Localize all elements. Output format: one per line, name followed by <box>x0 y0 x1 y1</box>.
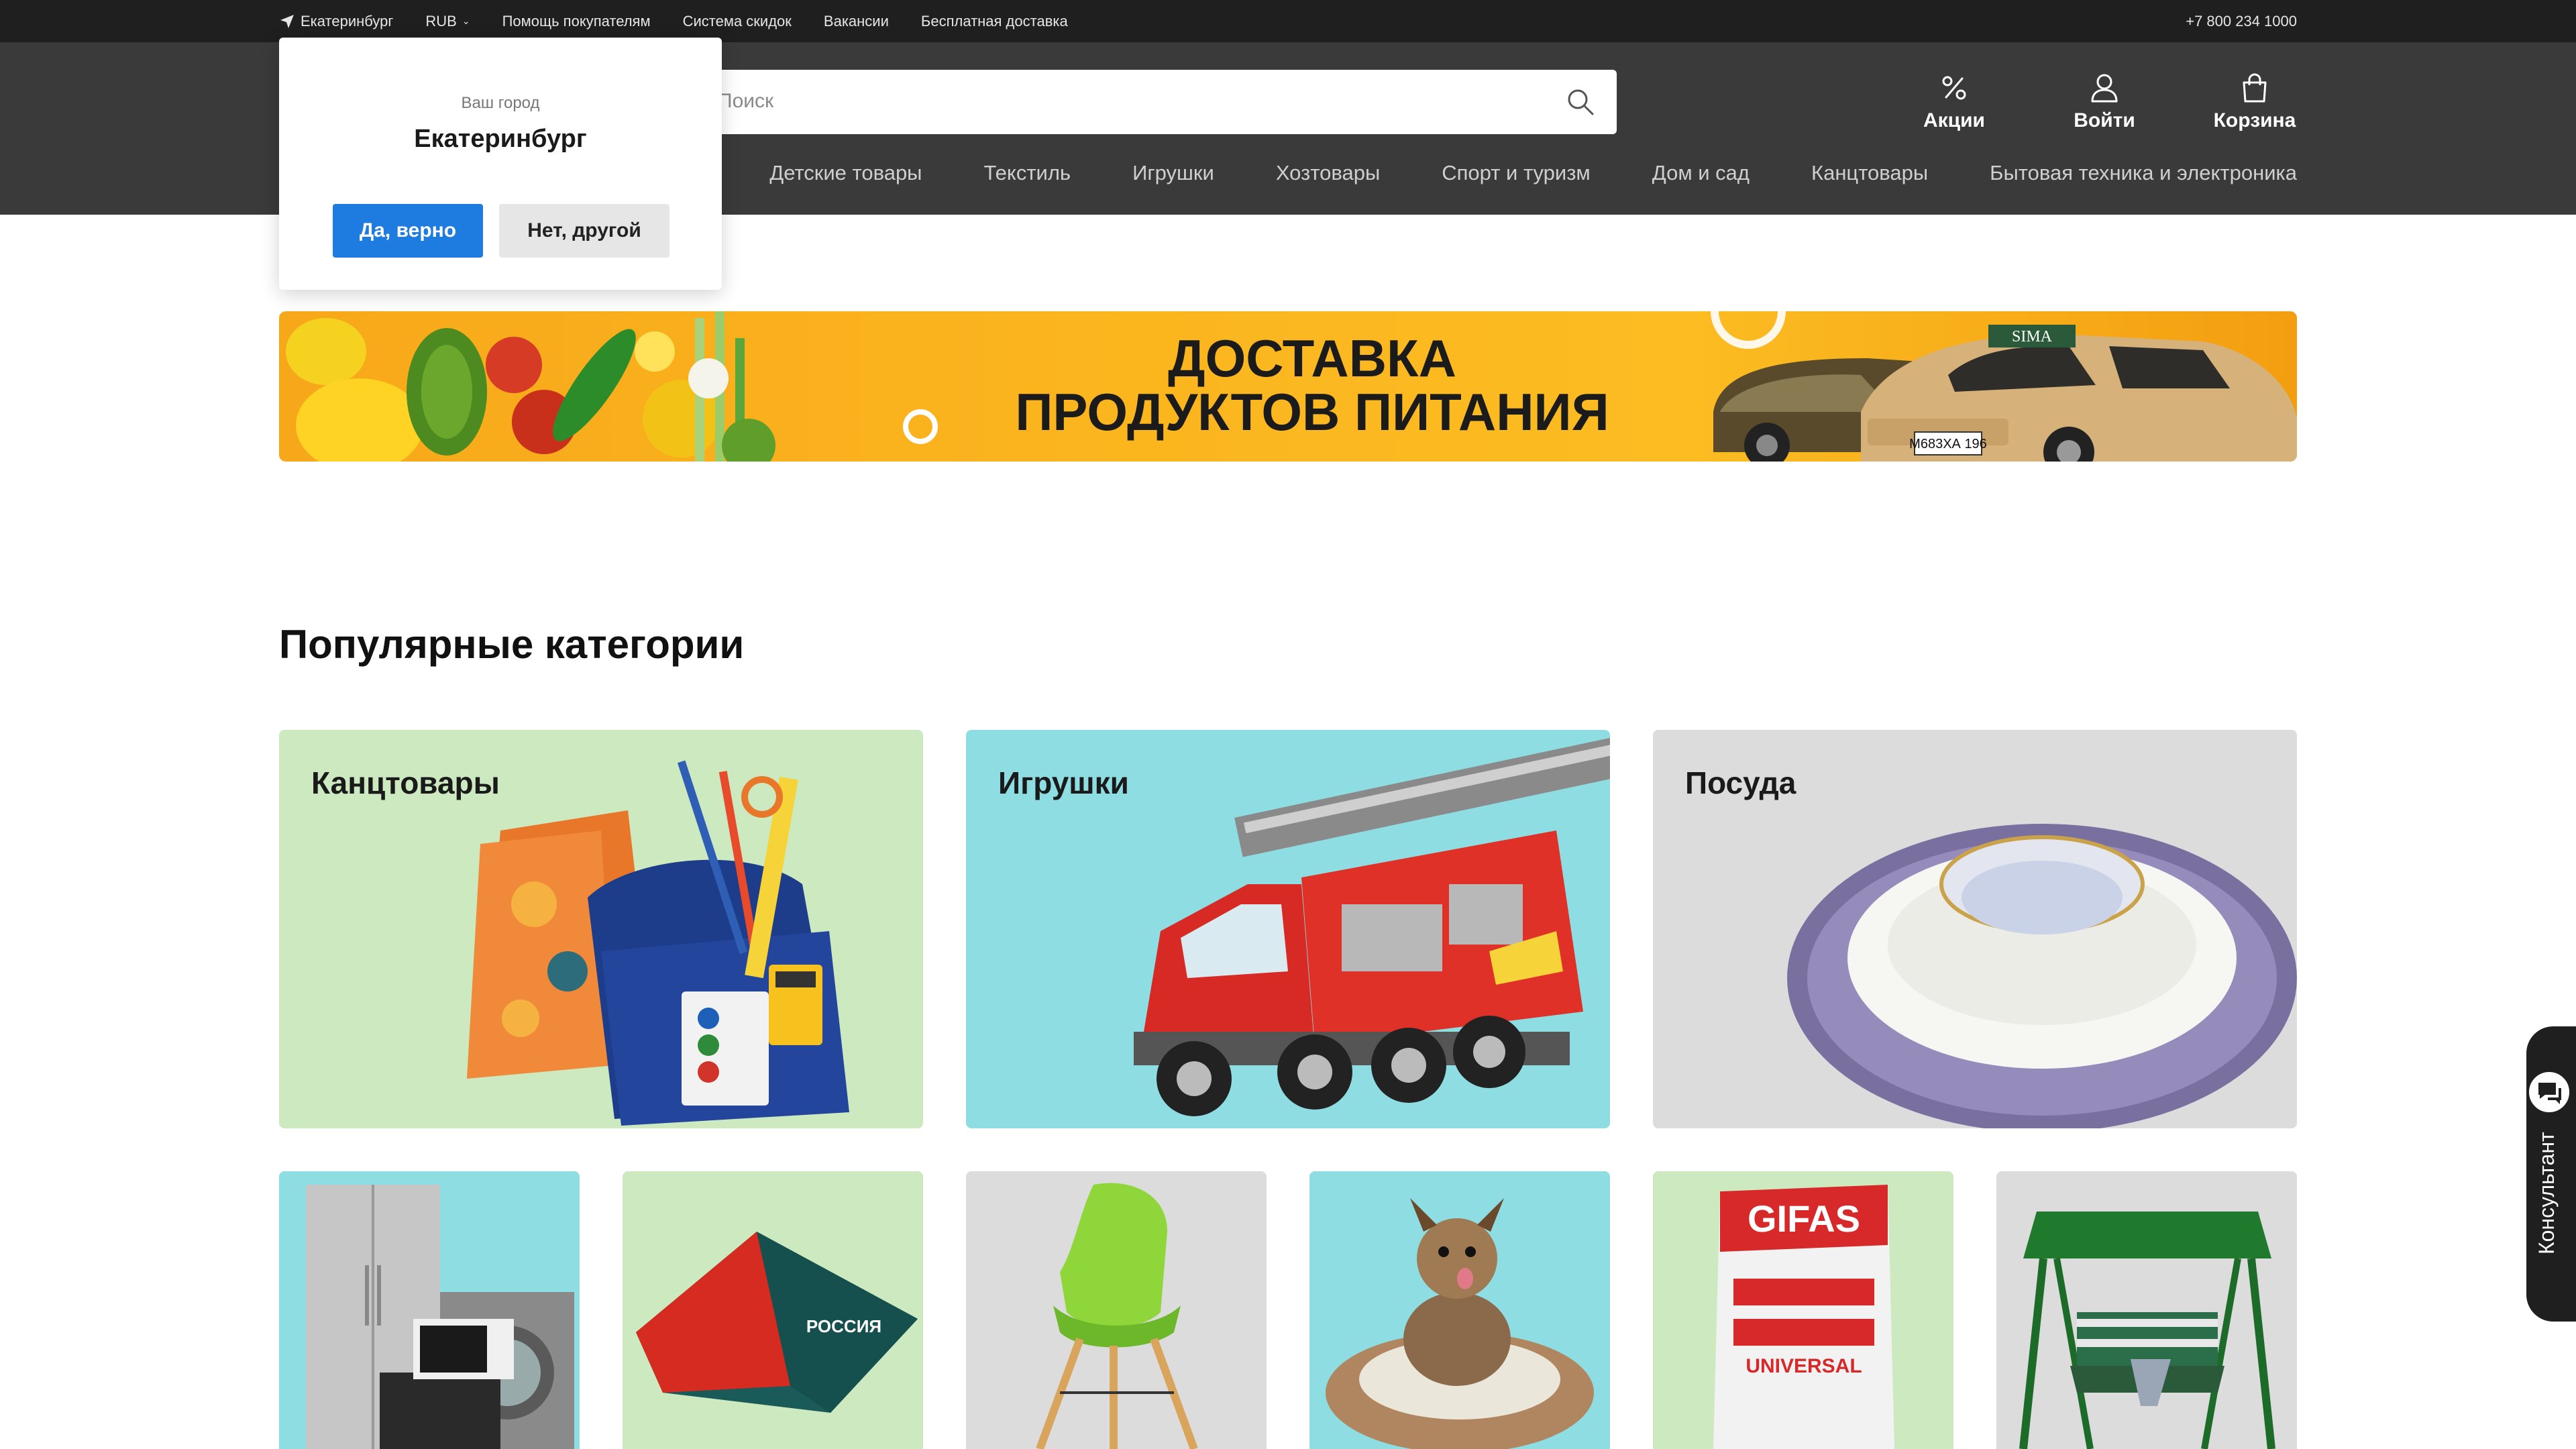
category-card-furniture[interactable] <box>966 1171 1267 1449</box>
category-card-stationery[interactable]: Канцтовары <box>279 730 923 1128</box>
tent-logo-text: РОССИЯ <box>806 1316 881 1336</box>
chat-icon <box>2526 1069 2572 1115</box>
chevron-down-icon: ⌄ <box>462 15 470 26</box>
sales-button[interactable]: Акции <box>1890 70 2018 138</box>
section-title: Популярные категории <box>279 622 745 667</box>
category-card-toys[interactable]: Игрушки <box>966 730 1610 1128</box>
nav-item-home-garden[interactable]: Дом и сад <box>1652 161 1750 185</box>
consultant-label: Консультант <box>2534 1132 2559 1254</box>
promo-banner[interactable]: ДОСТАВКА ПРОДУКТОВ ПИТАНИЯ М683ХА 196 SI… <box>279 311 2297 462</box>
card-label: Канцтовары <box>311 765 500 800</box>
bag-brand-text: GIFAS <box>1748 1197 1860 1240</box>
location-arrow-icon <box>280 14 294 28</box>
category-nav: Детские товары Текстиль Игрушки Хозтовар… <box>708 153 2297 193</box>
bag-product-text: UNIVERSAL <box>1746 1355 1862 1377</box>
nav-item-textile[interactable]: Текстиль <box>983 161 1071 185</box>
confirm-city-button[interactable]: Да, верно <box>333 204 483 258</box>
car-brand-text: SIMA <box>2012 328 2053 345</box>
category-card-construction[interactable]: GIFAS UNIVERSAL <box>1653 1171 1953 1449</box>
consultant-tab[interactable]: Консультант <box>2526 1026 2576 1322</box>
currency-label: RUB <box>425 12 457 30</box>
login-button[interactable]: Войти <box>2041 70 2168 138</box>
nav-item-stationery[interactable]: Канцтовары <box>1811 161 1928 185</box>
link-free-delivery[interactable]: Бесплатная доставка <box>921 13 1068 30</box>
banner-line2: ПРОДУКТОВ ПИТАНИЯ <box>1015 382 1609 441</box>
appliances-image <box>306 1185 574 1449</box>
link-vacancies[interactable]: Вакансии <box>824 13 889 30</box>
popup-caption: Ваш город <box>461 94 540 112</box>
nav-item-household[interactable]: Хозтовары <box>1276 161 1380 185</box>
percent-icon <box>1942 76 1966 100</box>
delivery-cars-image: М683ХА 196 SIMA <box>1713 325 2297 462</box>
search-icon[interactable] <box>1566 87 1595 117</box>
category-card-pets[interactable] <box>1309 1171 1610 1449</box>
cart-label: Корзина <box>2213 109 2296 131</box>
link-help[interactable]: Помощь покупателям <box>502 13 651 30</box>
city-label: Екатеринбург <box>301 12 394 30</box>
search-bar[interactable]: Поиск <box>651 70 1617 134</box>
shopping-bag-icon <box>2243 73 2267 103</box>
nav-item-sport[interactable]: Спорт и туризм <box>1442 161 1591 185</box>
nav-item-kids[interactable]: Детские товары <box>769 161 922 185</box>
category-card-appliances[interactable] <box>279 1171 580 1449</box>
category-card-garden[interactable] <box>1996 1171 2297 1449</box>
dog-bed-image <box>1326 1198 1594 1449</box>
search-input[interactable]: Поиск <box>718 90 773 113</box>
popup-city: Екатеринбург <box>414 125 587 153</box>
garden-swing-image <box>2019 1212 2275 1449</box>
tent-image: РОССИЯ <box>636 1232 918 1413</box>
card-label: Посуда <box>1685 765 1796 800</box>
license-plate: М683ХА 196 <box>1909 437 1987 451</box>
banner-line1: ДОСТАВКА <box>1168 329 1456 388</box>
category-card-tourism[interactable]: РОССИЯ <box>623 1171 923 1449</box>
putty-bag-image: GIFAS UNIVERSAL <box>1713 1185 1894 1449</box>
card-label: Игрушки <box>998 765 1129 800</box>
top-bar: Екатеринбург RUB ⌄ Помощь покупателям Си… <box>0 0 2576 42</box>
link-discounts[interactable]: Система скидок <box>683 13 792 30</box>
nav-item-electronics[interactable]: Бытовая техника и электроника <box>1990 161 2297 185</box>
change-city-button[interactable]: Нет, другой <box>499 204 669 258</box>
nav-item-toys[interactable]: Игрушки <box>1132 161 1214 185</box>
login-label: Войти <box>2074 109 2135 131</box>
chair-image <box>1036 1183 1198 1449</box>
cart-button[interactable]: Корзина <box>2191 70 2318 138</box>
city-confirm-popup: Ваш город Екатеринбург Да, верно Нет, др… <box>279 38 722 290</box>
city-selector[interactable]: Екатеринбург <box>279 13 393 30</box>
sales-label: Акции <box>1923 109 1985 131</box>
phone-number[interactable]: +7 800 234 1000 <box>2186 13 2297 30</box>
user-icon <box>2091 74 2118 103</box>
category-card-dishes[interactable]: Посуда <box>1653 730 2297 1128</box>
currency-selector[interactable]: RUB ⌄ <box>425 13 470 30</box>
banner-text: ДОСТАВКА ПРОДУКТОВ ПИТАНИЯ <box>977 331 1648 439</box>
